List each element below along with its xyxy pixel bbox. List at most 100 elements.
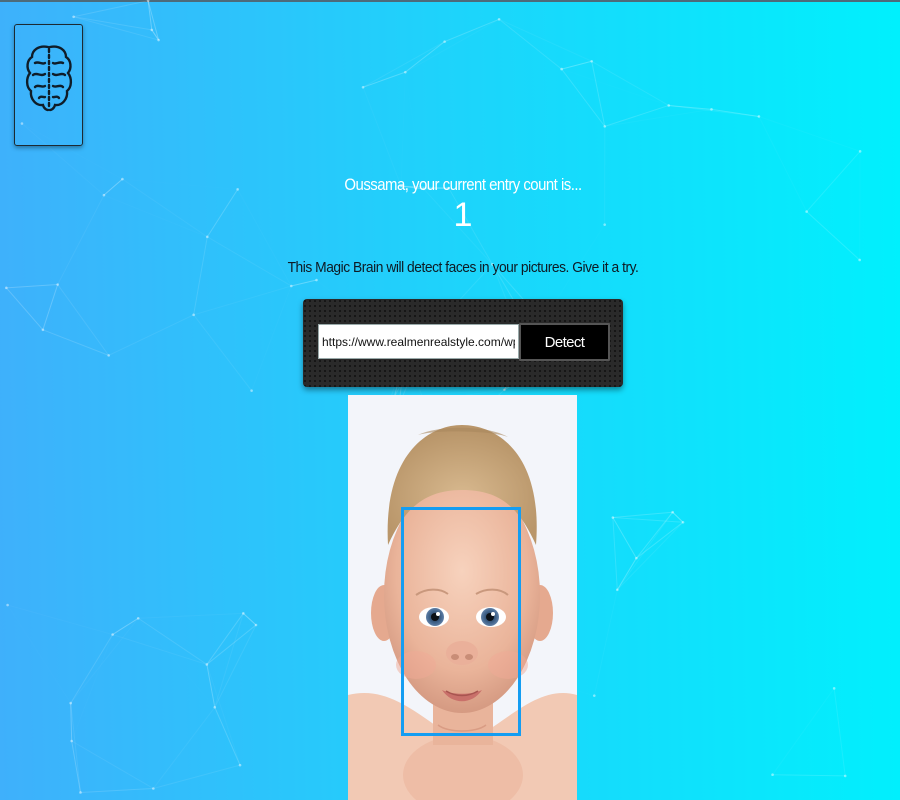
- particle-dot: [5, 286, 8, 290]
- particle-link: [363, 87, 424, 189]
- particle-link: [138, 612, 244, 619]
- particle-dot: [146, 0, 150, 3]
- particle-link: [193, 285, 292, 316]
- particle-dot: [361, 85, 365, 89]
- particle-link: [108, 314, 194, 356]
- particle-dot: [635, 556, 638, 560]
- particle-link: [242, 612, 257, 626]
- particle-link: [5, 287, 44, 331]
- particle-dot: [107, 354, 110, 357]
- particle-dot: [70, 739, 73, 743]
- particle-dot: [56, 283, 59, 286]
- particle-dot: [111, 633, 114, 636]
- particle-link: [112, 617, 139, 635]
- particle-link: [138, 618, 256, 625]
- particle-dot: [250, 389, 253, 392]
- particle-dot: [616, 588, 619, 592]
- particle-dot: [242, 612, 245, 615]
- particle-link: [668, 104, 712, 110]
- particle-link: [362, 87, 402, 187]
- image-link-form: Detect: [303, 299, 623, 387]
- particle-link: [612, 517, 637, 559]
- particle-link: [80, 787, 154, 793]
- particle-link: [612, 517, 618, 590]
- particle-dot: [592, 694, 596, 697]
- particle-link: [6, 284, 58, 289]
- particle-dot: [404, 70, 407, 74]
- particle-link: [498, 18, 592, 62]
- particle-dot: [79, 791, 82, 794]
- particle-dot: [205, 235, 209, 239]
- image-url-input[interactable]: [318, 324, 519, 359]
- particle-dot: [667, 104, 671, 107]
- particle-dot: [832, 687, 836, 690]
- particle-link: [71, 740, 154, 789]
- particle-link: [71, 703, 154, 788]
- face-bounding-box: [401, 507, 521, 736]
- particle-link: [362, 41, 445, 88]
- particle-dot: [843, 774, 847, 778]
- particle-link: [73, 0, 149, 18]
- particle-link: [42, 284, 59, 330]
- particle-link: [616, 511, 674, 591]
- particle-link: [405, 72, 423, 189]
- entry-count-value: 1: [453, 196, 473, 234]
- particle-link: [214, 624, 257, 708]
- particle-link: [594, 590, 617, 696]
- particle-link: [498, 18, 562, 70]
- face-image: [348, 395, 577, 800]
- particle-dot: [69, 701, 73, 705]
- particle-dot: [590, 59, 593, 63]
- particle-link: [616, 557, 637, 591]
- particle-dot: [213, 706, 217, 709]
- particle-dot: [560, 67, 563, 71]
- particle-link: [57, 284, 110, 356]
- particle-link: [147, 0, 160, 41]
- particle-link: [616, 521, 684, 591]
- particle-link: [605, 109, 712, 126]
- particle-link: [206, 613, 244, 665]
- particle-dot: [6, 603, 9, 607]
- particle-link: [112, 634, 207, 665]
- particle-dot: [671, 510, 674, 514]
- particle-link: [444, 18, 500, 43]
- particle-dot: [157, 38, 160, 42]
- particle-dot: [603, 125, 607, 128]
- particle-dot: [254, 623, 258, 627]
- particle-link: [561, 60, 592, 70]
- particle-link: [138, 618, 215, 707]
- particle-link: [152, 706, 216, 789]
- particle-dot: [192, 313, 195, 317]
- particle-link: [362, 71, 406, 88]
- particle-link: [672, 511, 684, 523]
- particle-dot: [152, 787, 155, 790]
- particle-link: [772, 688, 835, 775]
- particle-link: [70, 634, 114, 704]
- particle-link: [612, 517, 684, 523]
- logo-card[interactable]: [14, 24, 83, 146]
- particle-dot: [681, 520, 685, 524]
- particle-link: [401, 72, 405, 186]
- particle-dot: [771, 773, 774, 776]
- particle-dot: [315, 278, 318, 282]
- particle-link: [291, 279, 317, 287]
- particle-link: [711, 108, 759, 117]
- particle-link: [612, 511, 673, 519]
- particle-link: [70, 703, 81, 793]
- particle-link: [153, 764, 241, 789]
- particle-link: [147, 0, 153, 30]
- particle-link: [591, 61, 606, 127]
- particle-dot: [150, 28, 154, 32]
- particle-dot: [238, 763, 242, 767]
- detect-button[interactable]: Detect: [519, 323, 610, 361]
- particle-link: [193, 314, 253, 391]
- particle-dot: [289, 284, 293, 288]
- particle-link: [772, 774, 846, 777]
- particle-dot: [497, 17, 501, 21]
- entry-count-greeting: Oussama, your current entry count is...: [344, 175, 582, 194]
- particle-link: [252, 286, 292, 391]
- intro-text: This Magic Brain will detect faces in yo…: [287, 259, 639, 276]
- particle-dot: [443, 40, 446, 43]
- particle-dot: [72, 15, 75, 19]
- particle-link: [405, 41, 445, 73]
